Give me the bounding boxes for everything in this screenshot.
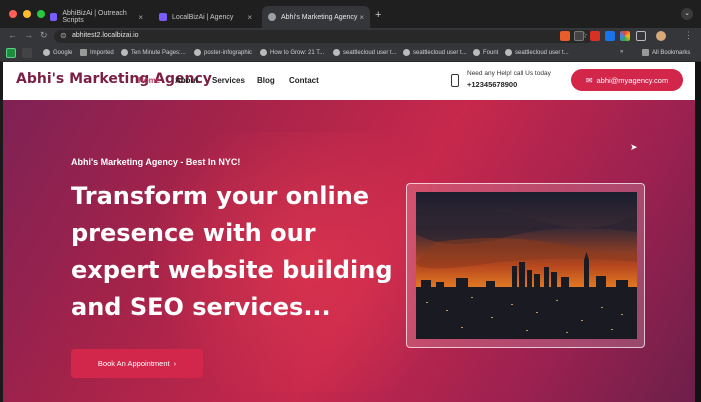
extension-icon[interactable]: [590, 31, 600, 41]
tab-agency[interactable]: LocalBizAi | Agency ×: [153, 6, 258, 28]
back-icon[interactable]: ←: [8, 30, 17, 40]
extension-icon[interactable]: [574, 31, 584, 41]
new-tab-button[interactable]: +: [375, 9, 381, 21]
tab-label: LocalBizAi | Agency: [172, 13, 234, 21]
browser-chrome: AbhiBizAi | Outreach Scripts × LocalBizA…: [0, 0, 701, 62]
nav-services[interactable]: Services: [212, 76, 245, 85]
url-text: abhitest2.localbizai.io: [72, 32, 139, 39]
avatar[interactable]: [656, 31, 666, 41]
phone-icon: [451, 74, 459, 87]
puzzle-icon[interactable]: [636, 31, 646, 41]
phone-number[interactable]: +12345678900: [467, 80, 517, 89]
more-bookmarks-button[interactable]: »: [620, 49, 623, 55]
bookmark-item[interactable]: Fount: [473, 49, 498, 56]
email-button[interactable]: ✉ abhi@myagency.com: [571, 69, 683, 91]
bookmark-item[interactable]: Ten Minute Pages:...: [121, 49, 186, 56]
window-edge: [695, 62, 701, 402]
chevron-right-icon: ›: [173, 359, 177, 368]
extension-icon[interactable]: [560, 31, 570, 41]
close-icon[interactable]: ×: [247, 13, 252, 22]
reload-icon[interactable]: ↻: [40, 30, 48, 41]
extension-icon[interactable]: [605, 31, 615, 41]
skyline-illustration: [416, 192, 637, 339]
website-viewport: Abhi's Marketing Agency Home About Servi…: [3, 62, 695, 402]
bookmark-item[interactable]: seattlecloud user t...: [505, 49, 569, 56]
minimize-window-button[interactable]: [23, 10, 31, 18]
bookmark-item[interactable]: Imported: [80, 49, 114, 56]
window-controls: [9, 10, 45, 18]
forward-icon[interactable]: →: [24, 30, 33, 40]
nav-blog[interactable]: Blog: [257, 76, 275, 85]
email-label: abhi@myagency.com: [596, 75, 669, 85]
bookmark-item[interactable]: Google: [43, 49, 72, 56]
tab-label: Abhi's Marketing Agency: [281, 13, 358, 21]
hero-headline: Transform your online presence with our …: [71, 182, 393, 321]
mouse-cursor: ➤: [630, 142, 638, 152]
book-appointment-button[interactable]: Book An Appointment ›: [71, 349, 203, 378]
all-bookmarks-button[interactable]: All Bookmarks: [642, 49, 690, 56]
tab-outreach[interactable]: AbhiBizAi | Outreach Scripts ×: [44, 6, 149, 28]
favicon-icon: [159, 13, 167, 21]
site-info-icon[interactable]: ⊜: [60, 31, 67, 40]
sidebar-icon[interactable]: [6, 48, 16, 58]
city-sunset-photo: [416, 192, 637, 339]
hero-image-frame: [406, 183, 645, 348]
apps-icon[interactable]: [22, 48, 32, 58]
menu-icon[interactable]: ⋮: [684, 30, 693, 41]
toolbar: ← → ↻ ⊜ abhitest2.localbizai.io ☆ ⋮: [0, 28, 701, 45]
bookmarks-bar: Google Imported Ten Minute Pages:... pos…: [0, 45, 701, 62]
bookmark-item[interactable]: seattlecloud user t...: [403, 49, 467, 56]
bookmark-item[interactable]: seattlecloud user t...: [333, 49, 397, 56]
cta-label: Book An Appointment: [97, 359, 170, 368]
nav-about[interactable]: About: [175, 76, 198, 85]
bookmark-item[interactable]: How to Grow: 21 T...: [260, 49, 324, 56]
mail-icon: ✉: [585, 75, 593, 85]
nav-home[interactable]: Home: [138, 76, 160, 85]
close-icon[interactable]: ×: [138, 13, 143, 22]
site-header: Abhi's Marketing Agency Home About Servi…: [3, 62, 695, 100]
extension-icon[interactable]: [620, 31, 630, 41]
tab-label: AbhiBizAi | Outreach Scripts: [62, 10, 127, 24]
tab-search-button[interactable]: ⌄: [681, 8, 693, 20]
tab-bar: AbhiBizAi | Outreach Scripts × LocalBizA…: [0, 0, 701, 28]
tab-marketing-agency[interactable]: Abhi's Marketing Agency ×: [262, 6, 370, 28]
close-icon[interactable]: ×: [359, 13, 364, 22]
close-window-button[interactable]: [9, 10, 17, 18]
nav-contact[interactable]: Contact: [289, 76, 319, 85]
help-text: Need any Help! call Us today: [467, 70, 551, 77]
bookmark-item[interactable]: poster-infographic: [194, 49, 252, 56]
globe-icon: [268, 13, 276, 21]
hero-tagline: Abhi's Marketing Agency - Best In NYC!: [71, 157, 241, 167]
address-bar[interactable]: ⊜ abhitest2.localbizai.io ☆: [54, 30, 594, 43]
favicon-icon: [50, 13, 58, 21]
